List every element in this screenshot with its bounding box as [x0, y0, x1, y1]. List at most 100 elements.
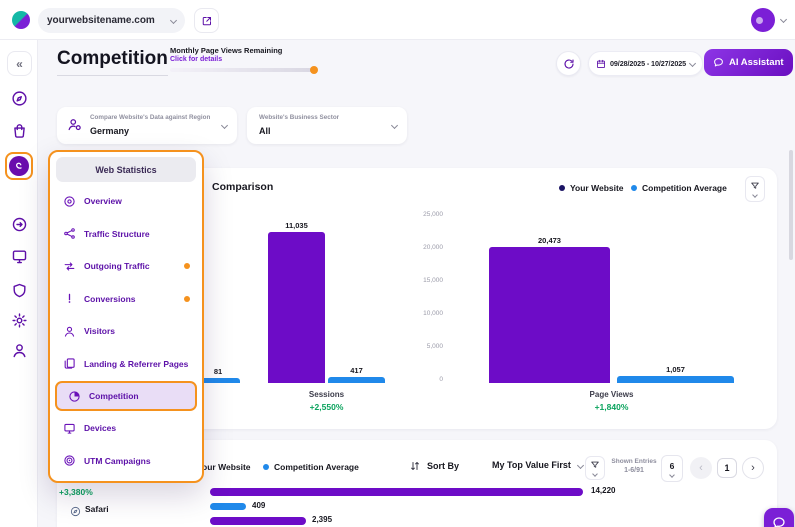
legend-dot [631, 185, 637, 191]
scrollbar-thumb[interactable] [789, 150, 793, 260]
sessions-diff-percent: +2,550% [268, 402, 385, 412]
legend-dot [559, 185, 565, 191]
y-tick: 15,000 [403, 277, 443, 284]
sort-value-dropdown[interactable]: My Top Value First [492, 460, 583, 470]
sort-by-control[interactable]: Sort By [409, 460, 459, 472]
next-page-button[interactable]: › [742, 457, 764, 479]
flyout-item-devices[interactable]: Devices [50, 412, 202, 445]
dashboard-compass-icon[interactable] [11, 90, 28, 107]
flyout-item-utm-campaigns[interactable]: UTM Campaigns [50, 445, 202, 478]
page-size-dropdown[interactable]: 6 [661, 455, 683, 482]
competition-bar-pageviews [617, 376, 734, 383]
devices-icon [63, 422, 76, 435]
prev-icon: ‹ [699, 462, 703, 474]
flyout-item-visitors[interactable]: Visitors [50, 315, 202, 348]
utm-target-icon [63, 454, 76, 467]
sector-filter-label: Website's Business Sector [259, 114, 339, 121]
open-website-button[interactable] [194, 8, 219, 33]
settings-gear-icon[interactable] [11, 312, 28, 329]
legend-competition-average[interactable]: Competition Average [263, 462, 359, 472]
user-icon[interactable] [11, 342, 28, 359]
collapse-icon: « [16, 57, 23, 71]
sector-filter-value: All [259, 126, 271, 136]
chat-icon [713, 57, 724, 68]
y-tick: 10,000 [403, 310, 443, 317]
sort-icon [409, 460, 421, 472]
avatar-dot [756, 17, 763, 24]
y-tick: 5,000 [403, 343, 443, 350]
monitor-icon[interactable] [11, 248, 28, 265]
overview-icon [63, 195, 76, 208]
list-filter-button[interactable] [585, 456, 605, 480]
flyout-item-landing-referrer-pages[interactable]: Landing & Referrer Pages [50, 348, 202, 381]
chevron-down-icon [391, 122, 398, 129]
hbar-value: 2,395 [312, 515, 332, 524]
visitors-icon [63, 325, 76, 338]
your-website-hbar [210, 488, 583, 496]
competition-pie-icon [68, 390, 81, 403]
row-name: Safari [85, 504, 109, 514]
region-filter-dropdown[interactable]: Compare Website's Data against Region Ge… [57, 107, 237, 144]
quota-meter[interactable] [170, 68, 316, 72]
web-statistics-nav-active[interactable] [5, 152, 33, 180]
retargeting-icon[interactable] [11, 216, 28, 233]
shield-icon[interactable] [11, 282, 28, 299]
flyout-item-conversions[interactable]: Conversions [50, 283, 202, 316]
quota-meter-knob [310, 66, 318, 74]
current-page-indicator[interactable]: 1 [717, 458, 737, 478]
sort-by-label: Sort By [427, 461, 459, 471]
chat-fab-button[interactable] [764, 508, 794, 527]
notification-dot [184, 263, 190, 269]
chart-filter-button[interactable] [745, 176, 765, 202]
outgoing-traffic-icon [63, 260, 76, 273]
bar-value-label: 1,057 [617, 365, 734, 374]
hbar-value: 409 [252, 501, 265, 510]
account-chevron-down-icon[interactable] [780, 16, 787, 23]
chevron-down-icon [592, 471, 598, 477]
legend-your-website[interactable]: Your Website [559, 183, 624, 193]
icon-sidebar: « [0, 40, 38, 527]
refresh-button[interactable] [556, 51, 581, 76]
refresh-icon [563, 58, 575, 70]
date-range-picker[interactable]: 09/28/2025 - 10/27/2025 [588, 51, 703, 76]
region-filter-label: Compare Website's Data against Region [90, 114, 210, 121]
quota-details-link[interactable]: Click for details [170, 56, 222, 63]
prev-page-button[interactable]: ‹ [690, 457, 712, 479]
app-window: yourwebsitename.com « [0, 0, 795, 527]
ai-assistant-button[interactable]: AI Assistant [704, 49, 793, 76]
competition-bar-sessions [328, 377, 385, 383]
page-title: Competition [57, 48, 168, 76]
your-website-bar-pageviews [489, 247, 610, 383]
site-selector-dropdown[interactable]: yourwebsitename.com [38, 8, 185, 33]
collapse-sidebar-button[interactable]: « [7, 51, 32, 76]
chevron-down-icon [577, 461, 584, 468]
sector-filter-dropdown[interactable]: Website's Business Sector All [247, 107, 407, 144]
flyout-item-competition-active[interactable]: Competition [55, 381, 197, 411]
chevron-down-icon [170, 17, 177, 24]
top-bar: yourwebsitename.com [0, 0, 795, 40]
y-tick: 20,000 [403, 244, 443, 251]
ecommerce-bag-icon[interactable] [11, 122, 28, 139]
notification-dot [184, 296, 190, 302]
hbar-value: 14,220 [591, 486, 615, 495]
user-avatar[interactable] [751, 8, 775, 32]
legend-competition-average[interactable]: Competition Average [631, 183, 727, 193]
flyout-item-traffic-structure[interactable]: Traffic Structure [50, 218, 202, 251]
x-axis-label-pageviews: Page Views [489, 390, 734, 399]
shown-entries-label: Shown Entries [610, 458, 658, 465]
browser-compass-icon [70, 506, 81, 517]
site-selector-value: yourwebsitename.com [47, 15, 155, 26]
calendar-icon [596, 59, 606, 69]
chevron-down-icon [669, 472, 675, 478]
sort-value: My Top Value First [492, 460, 571, 470]
next-icon: › [751, 462, 755, 474]
quota-title: Monthly Page Views Remaining [170, 46, 282, 55]
flyout-item-outgoing-traffic[interactable]: Outgoing Traffic [50, 250, 202, 283]
flyout-item-overview[interactable]: Overview [50, 185, 202, 218]
app-logo-icon [12, 11, 30, 29]
flyout-title: Web Statistics [56, 157, 196, 182]
user-settings-icon [67, 117, 82, 132]
pages-icon [63, 357, 76, 370]
ai-assistant-label: AI Assistant [729, 57, 784, 68]
row-diff-percent: +3,380% [59, 487, 129, 497]
